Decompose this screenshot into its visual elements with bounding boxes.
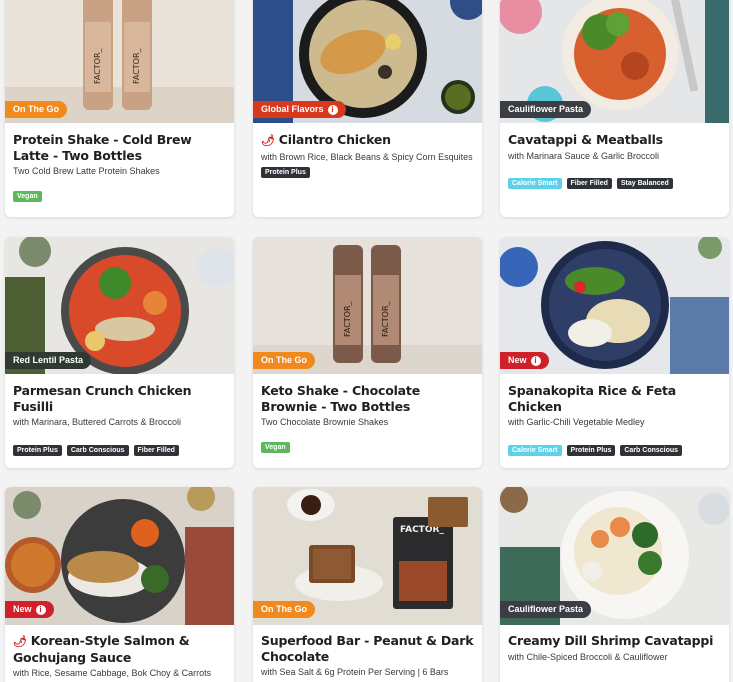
meal-card[interactable]: New i Spanakopita Rice & Feta Chicken wit… (500, 237, 729, 468)
meal-card[interactable]: Cauliflower Pasta Cavatappi & Meatballs … (500, 0, 729, 217)
spicy-chili-icon: 🌶 (261, 134, 275, 147)
category-badge: Global Flavors i (253, 101, 346, 118)
diet-tag: Vegan (13, 190, 42, 202)
meal-card[interactable]: Cauliflower Pasta Creamy Dill Shrimp Cav… (500, 487, 729, 682)
meal-description: with Marinara, Buttered Carrots & Brocco… (13, 417, 182, 427)
meal-title[interactable]: 🌶 Cilantro Chicken (261, 132, 476, 149)
info-icon[interactable]: i (327, 104, 338, 115)
info-icon[interactable]: i (35, 604, 46, 615)
category-badge: New i (500, 352, 549, 369)
meal-card[interactable]: FACTOR_ On The Go Superfood Bar - Peanut… (253, 487, 482, 682)
diet-tag: Carb Conscious (620, 444, 683, 456)
diet-tag: Calorie Smart (508, 178, 562, 189)
category-badge: On The Go (253, 352, 315, 369)
meal-card[interactable]: Red Lentil Pasta Parmesan Crunch Chicken… (5, 237, 234, 468)
diet-tag: Vegan (261, 441, 290, 453)
meal-description: with Brown Rice, Black Beans & Spicy Cor… (261, 151, 473, 162)
category-badge: On The Go (253, 601, 315, 618)
diet-tag: Protein Plus (261, 167, 310, 178)
diet-tag: Fiber Filled (133, 444, 179, 456)
meal-grid: FACTOR_ FACTOR_ On The Go Protein Shake … (0, 0, 733, 682)
meal-card[interactable]: FACTOR_ FACTOR_ On The Go Protein Shake … (5, 0, 234, 217)
bottle-brand-text: FACTOR_ (343, 300, 352, 337)
diet-tag: Protein Plus (566, 444, 616, 456)
meal-title[interactable]: 🌶 Korean-Style Salmon & Gochujang Sauce (13, 633, 228, 665)
meal-description: with Chile-Spiced Broccoli & Cauliflower (508, 651, 668, 662)
category-badge: Cauliflower Pasta (500, 101, 592, 118)
diet-tag: Carb Conscious (66, 444, 129, 456)
bottle-brand-text: FACTOR_ (132, 47, 141, 84)
category-badge: Cauliflower Pasta (500, 601, 592, 618)
meal-description: with Sea Salt & 6g Protein Per Serving |… (261, 667, 449, 677)
diet-tag: Stay Balanced (616, 178, 673, 189)
bottle-brand-text: FACTOR_ (381, 300, 390, 337)
category-badge: On The Go (5, 101, 67, 118)
meal-title[interactable]: Creamy Dill Shrimp Cavatappi (508, 633, 723, 649)
meal-card[interactable]: Global Flavors i 🌶 Cilantro Chicken with B… (253, 0, 482, 217)
meal-title[interactable]: Spanakopita Rice & Feta Chicken (508, 383, 723, 414)
meal-description: with Marinara Sauce & Garlic Broccoli (508, 150, 660, 161)
diet-tag: Protein Plus (13, 444, 62, 456)
bottle-brand-text: FACTOR_ (93, 47, 102, 84)
meal-title[interactable]: Keto Shake - Chocolate Brownie - Two Bot… (261, 383, 476, 414)
category-badge: New i (5, 601, 54, 618)
meal-description: with Garlic-Chili Vegetable Medley (508, 417, 645, 427)
meal-description: Two Cold Brew Latte Protein Shakes (13, 166, 160, 176)
meal-title[interactable]: Protein Shake - Cold Brew Latte - Two Bo… (13, 132, 228, 163)
spicy-chili-icon: 🌶 (13, 635, 27, 648)
category-badge: Red Lentil Pasta (5, 352, 92, 369)
meal-description: with Rice, Sesame Cabbage, Bok Choy & Ca… (13, 668, 212, 678)
meal-card[interactable]: FACTOR_ FACTOR_ On The Go Keto Shake - C… (253, 237, 482, 468)
meal-title[interactable]: Superfood Bar - Peanut & Dark Chocolate (261, 633, 476, 664)
diet-tag: Fiber Filled (566, 178, 612, 189)
meal-card[interactable]: New i 🌶 Korean-Style Salmon & Gochujang Sa… (5, 487, 234, 682)
info-icon[interactable]: i (530, 355, 541, 366)
diet-tag: Calorie Smart (508, 444, 562, 456)
meal-title[interactable]: Cavatappi & Meatballs (508, 132, 723, 148)
meal-title[interactable]: Parmesan Crunch Chicken Fusilli (13, 383, 228, 414)
meal-description: Two Chocolate Brownie Shakes (261, 417, 389, 427)
